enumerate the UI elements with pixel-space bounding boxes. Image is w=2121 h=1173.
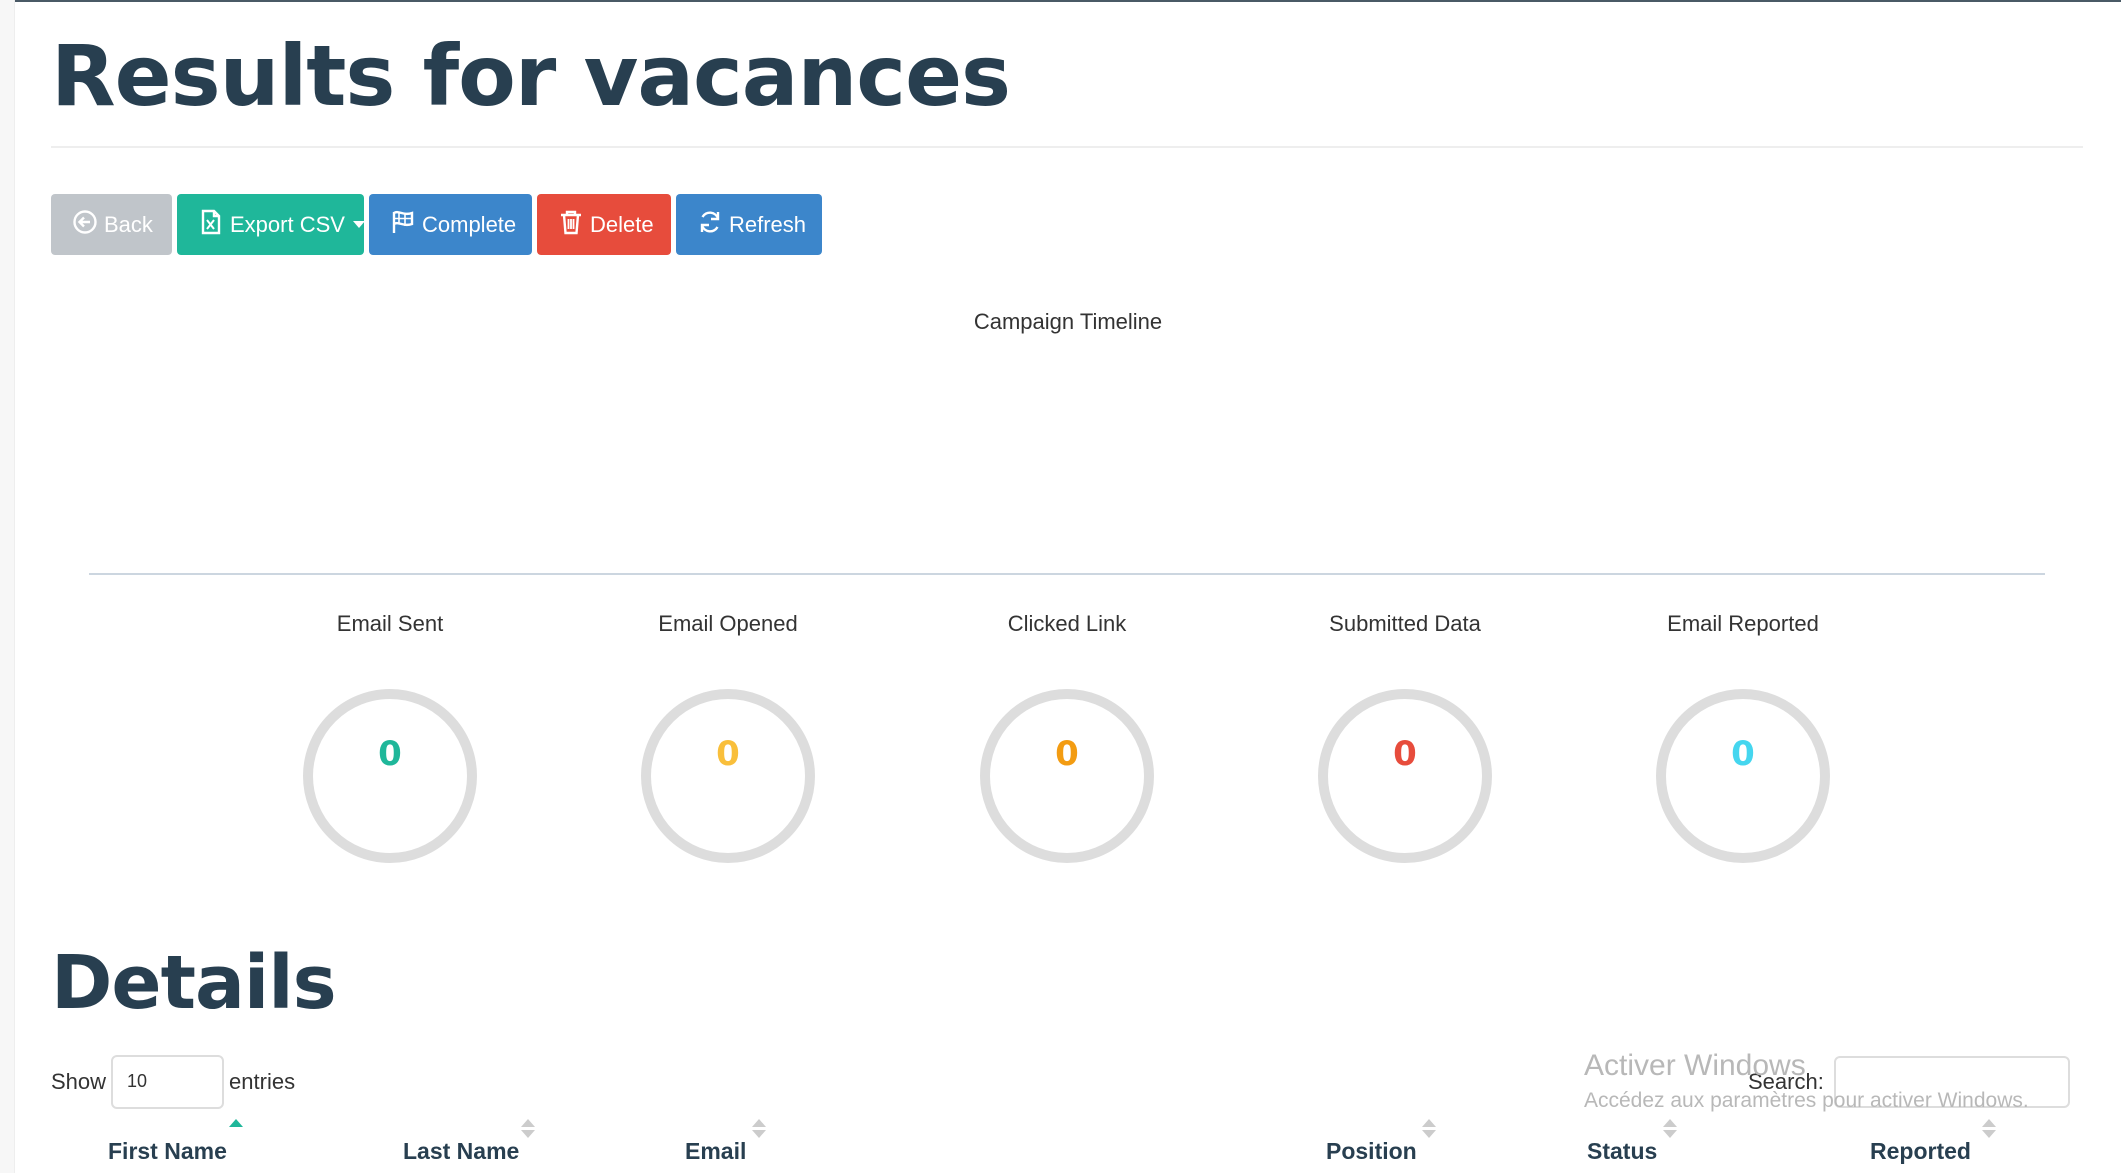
timeline-axis (89, 573, 2045, 575)
column-header-label: Position (1326, 1138, 1417, 1164)
page-length-select[interactable]: 10 (111, 1055, 225, 1109)
stat-label: Clicked Link (1007, 611, 1127, 636)
stat-clicked-link: Clicked Link 0 (937, 608, 1197, 864)
stat-label: Submitted Data (1329, 611, 1481, 636)
delete-button-label: Delete (590, 211, 654, 237)
details-heading: Details (51, 940, 337, 1026)
stat-submitted-data: Submitted Data 0 (1275, 608, 1535, 864)
sort-ascending-icon (229, 1119, 243, 1141)
search-label: Search: (1748, 1069, 1824, 1094)
sort-icon (1982, 1119, 1996, 1141)
back-button[interactable]: Back (51, 194, 172, 255)
sort-icon (1422, 1119, 1436, 1141)
column-header-status[interactable]: Status (1587, 1119, 1677, 1165)
donut-chart: 0 (302, 688, 478, 864)
stat-value: 0 (716, 734, 740, 774)
stat-value: 0 (1055, 734, 1079, 774)
export-csv-label: Export CSV (230, 211, 345, 237)
refresh-button-label: Refresh (729, 211, 807, 237)
arrow-circle-left-icon (72, 209, 98, 241)
column-header-last-name[interactable]: Last Name (403, 1119, 535, 1165)
table-search: Search: (1748, 1055, 2070, 1109)
trash-icon (558, 209, 584, 241)
column-header-label: Last Name (403, 1138, 520, 1164)
entries-label: entries (229, 1069, 296, 1094)
back-button-label: Back (104, 211, 153, 237)
page-title: Results for vacances (51, 27, 1011, 125)
column-header-label: Status (1587, 1138, 1658, 1164)
column-header-email[interactable]: Email (685, 1119, 766, 1165)
title-divider (51, 146, 2083, 148)
sidebar-edge (0, 0, 15, 1173)
stat-email-sent: Email Sent 0 (260, 608, 520, 864)
search-input[interactable] (1833, 1056, 2070, 1108)
page-length-control: Show 10 entries (51, 1055, 295, 1109)
refresh-button[interactable]: Refresh (676, 194, 822, 255)
donut-chart: 0 (640, 688, 816, 864)
column-header-label: Reported (1870, 1138, 1971, 1164)
sort-icon (521, 1119, 535, 1141)
sort-icon (752, 1119, 766, 1141)
flag-checkered-icon (390, 209, 416, 241)
stat-email-reported: Email Reported 0 (1613, 608, 1873, 864)
donut-chart: 0 (1655, 688, 1831, 864)
stat-label: Email Reported (1667, 611, 1819, 636)
delete-button[interactable]: Delete (537, 194, 671, 255)
complete-button[interactable]: Complete (369, 194, 532, 255)
show-label: Show (51, 1069, 107, 1094)
sort-icon (1663, 1119, 1677, 1141)
column-header-reported[interactable]: Reported (1870, 1119, 1996, 1165)
stat-value: 0 (1731, 734, 1755, 774)
donut-chart: 0 (1317, 688, 1493, 864)
complete-button-label: Complete (422, 211, 517, 237)
stat-email-opened: Email Opened 0 (598, 608, 858, 864)
column-header-label: First Name (108, 1138, 227, 1164)
stat-value: 0 (378, 734, 402, 774)
results-toolbar: Back Export CSV Complete Delete Refresh (51, 194, 822, 255)
stat-value: 0 (1393, 734, 1417, 774)
export-csv-button[interactable]: Export CSV (177, 194, 365, 255)
donut-chart: 0 (979, 688, 1155, 864)
column-header-position[interactable]: Position (1326, 1119, 1436, 1165)
column-header-first-name[interactable]: First Name (108, 1119, 243, 1165)
excel-file-icon (198, 209, 224, 241)
timeline-title: Campaign Timeline (973, 309, 1163, 334)
caret-down-icon (352, 221, 365, 228)
refresh-icon (697, 209, 723, 241)
column-header-label: Email (685, 1138, 747, 1164)
stat-label: Email Opened (658, 611, 798, 636)
stat-label: Email Sent (336, 611, 444, 636)
window-top-border (0, 0, 2121, 2)
